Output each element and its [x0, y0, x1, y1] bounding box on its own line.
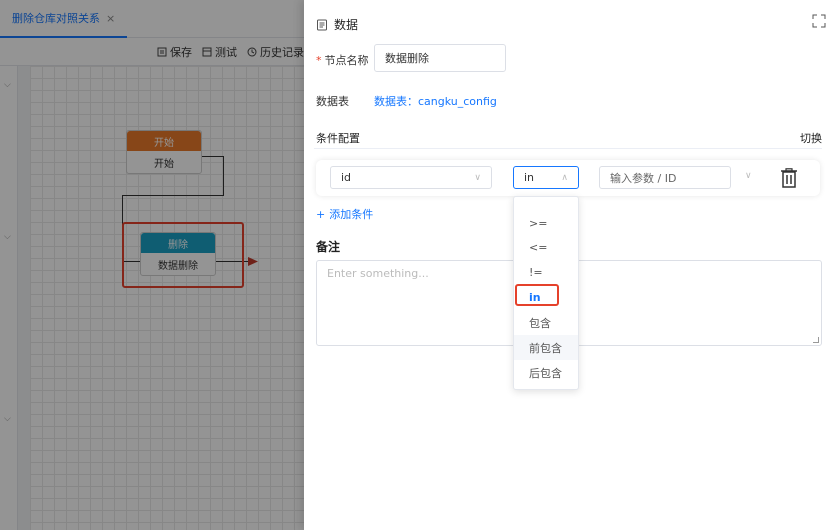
chevron-up-icon: ∧	[561, 172, 568, 183]
drawer-header: 数据	[316, 16, 358, 33]
divider	[314, 148, 822, 149]
option-gte[interactable]: >=	[514, 211, 578, 236]
add-condition-button[interactable]: + 添加条件	[316, 206, 373, 222]
toggle-button[interactable]: 切换	[800, 130, 822, 146]
plus-icon: +	[316, 207, 326, 221]
node-name-label: * 节点名称	[316, 54, 369, 67]
resize-handle[interactable]	[813, 337, 819, 343]
node-name-input[interactable]: 数据删除	[374, 44, 506, 72]
chevron-down-icon[interactable]: ∨	[745, 171, 752, 181]
fullscreen-icon[interactable]	[812, 14, 826, 28]
drawer-title: 数据	[334, 18, 359, 32]
table-link[interactable]: 数据表：cangku_config	[374, 93, 497, 109]
option-lte[interactable]: <=	[514, 235, 578, 260]
table-label: 数据表	[316, 95, 349, 108]
field-select[interactable]: id ∨	[330, 166, 492, 189]
modal-overlay[interactable]	[0, 0, 304, 530]
document-icon	[317, 19, 327, 30]
conditions-label: 条件配置	[316, 132, 360, 145]
operator-select[interactable]: in ∧	[513, 166, 579, 189]
option-neq[interactable]: !=	[514, 260, 578, 285]
param-input[interactable]: 输入参数 / ID	[599, 166, 731, 189]
trash-icon[interactable]	[780, 168, 798, 188]
node-config-drawer: 数据 * 节点名称 数据删除 数据表 数据表：cangku_config 条件配置…	[304, 0, 832, 530]
flow-editor: 删除仓库对照关系 × 保存 测试 历史记录 ⌵ ⌵ ⌵ 开始 开始 删除 数据删…	[0, 0, 304, 530]
remark-label: 备注	[316, 240, 341, 254]
chevron-down-icon: ∨	[474, 172, 481, 183]
option-ends-with[interactable]: 后包含	[514, 360, 578, 385]
option-starts-with[interactable]: 前包含	[514, 335, 578, 360]
selected-option-highlight	[515, 284, 559, 306]
option-contains[interactable]: 包含	[514, 310, 578, 335]
